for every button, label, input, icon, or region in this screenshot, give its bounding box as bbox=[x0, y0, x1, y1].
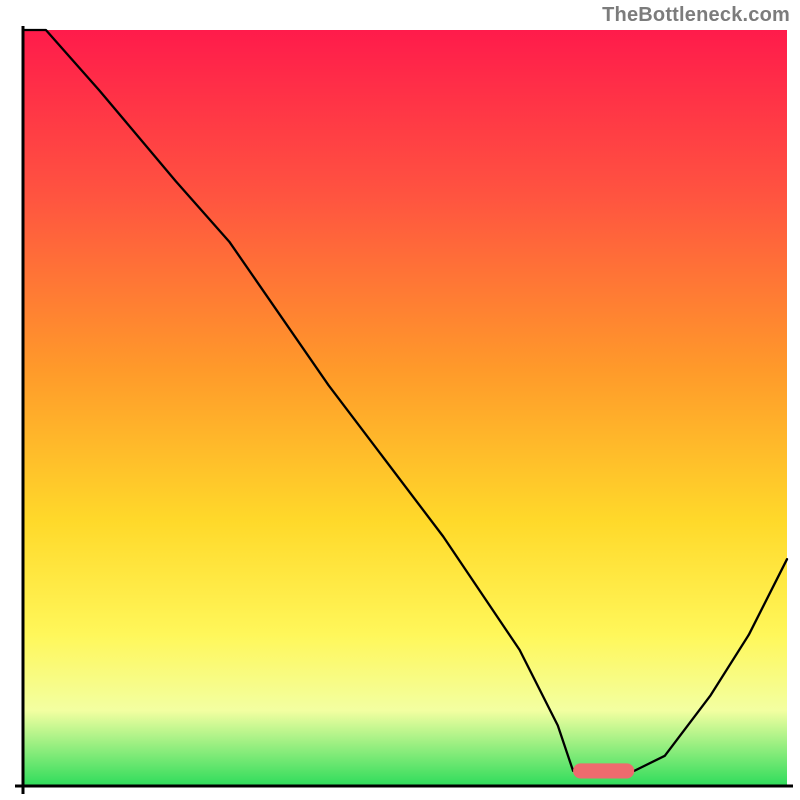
optimum-marker bbox=[573, 763, 634, 778]
watermark-label: TheBottleneck.com bbox=[602, 4, 790, 27]
chart-container: TheBottleneck.com bbox=[0, 0, 800, 800]
gradient-background bbox=[23, 30, 787, 786]
bottleneck-chart bbox=[0, 0, 800, 800]
